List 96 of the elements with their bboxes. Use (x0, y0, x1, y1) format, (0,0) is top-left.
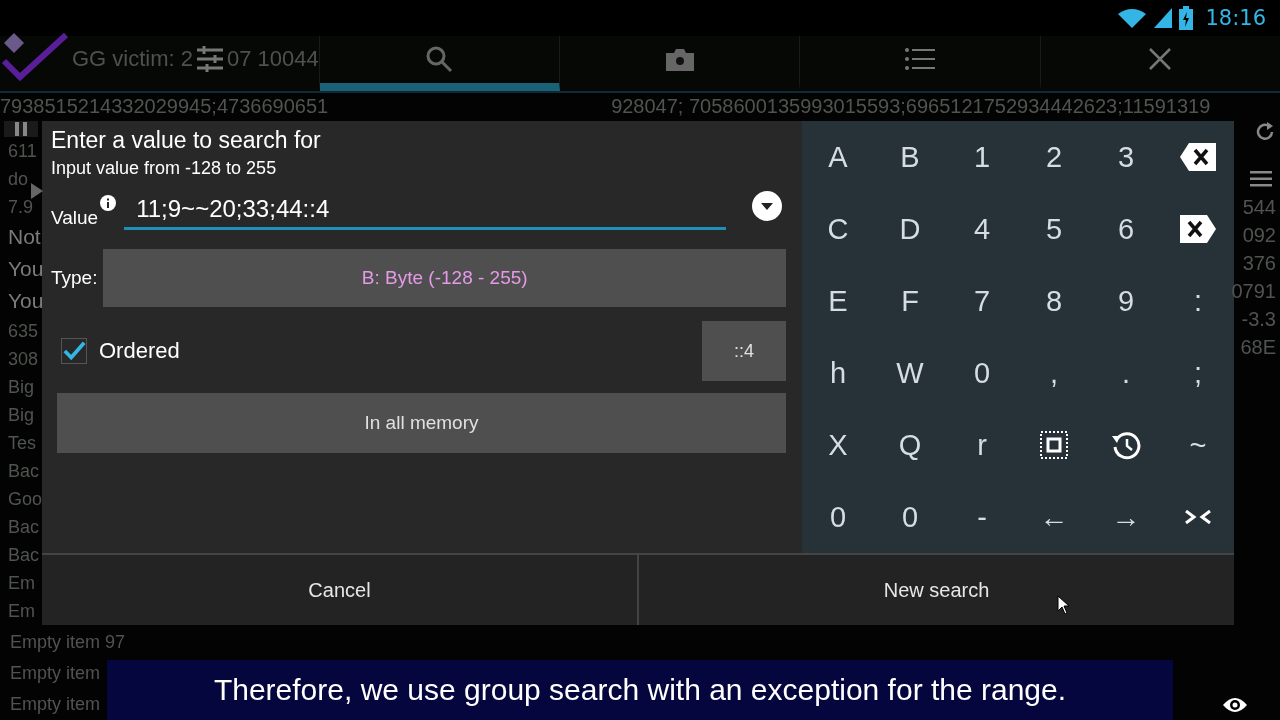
background-text: Em (8, 572, 35, 595)
key[interactable]: 5 (1018, 193, 1090, 265)
search-icon (425, 45, 454, 74)
background-text: -3.3 (1241, 307, 1276, 332)
key[interactable]: C (802, 193, 874, 265)
key[interactable]: B (874, 121, 946, 193)
key[interactable]: F (874, 265, 946, 337)
signal-icon (1153, 6, 1174, 29)
background-text: 68E (1240, 335, 1276, 360)
app-title: 07 10044 (227, 46, 319, 73)
key[interactable]: ; (1162, 337, 1234, 409)
background-text: 092 (1242, 223, 1276, 248)
wifi-icon (1117, 6, 1148, 29)
type-dropdown[interactable]: B: Byte (-128 - 255) (103, 249, 786, 307)
pause-button[interactable] (4, 121, 38, 137)
value-input[interactable]: 11;9~~20;33;44::4 (124, 191, 727, 230)
key[interactable]: ← (1018, 481, 1090, 553)
memory-region-button[interactable]: In all memory (57, 393, 786, 453)
select-all-icon[interactable] (1040, 431, 1068, 459)
background-text: Em (8, 600, 35, 623)
key[interactable]: X (802, 409, 874, 481)
background-text: 7.9 (8, 196, 34, 219)
ordered-label: Ordered (99, 338, 181, 364)
tab[interactable] (319, 35, 561, 91)
camera-icon (665, 47, 694, 72)
background-text: You (8, 256, 44, 282)
collapse-icon[interactable] (1185, 510, 1211, 524)
background-text: Empty item 97 (10, 631, 126, 654)
type-label: Type: (51, 267, 98, 289)
background-text: do (8, 168, 29, 191)
delete-icon[interactable] (1180, 215, 1216, 243)
background-text: Big (8, 404, 34, 427)
key[interactable]: W (874, 337, 946, 409)
key[interactable]: A (802, 121, 874, 193)
key[interactable]: , (1018, 337, 1090, 409)
background-text: 376 (1242, 251, 1276, 276)
eye-icon[interactable] (1222, 696, 1248, 714)
key[interactable]: 8 (1018, 265, 1090, 337)
background-text: Bac (8, 516, 40, 539)
menu-icon[interactable] (1250, 171, 1272, 187)
key[interactable]: E (802, 265, 874, 337)
key[interactable]: D (874, 193, 946, 265)
clock: 18:16 (1205, 5, 1266, 30)
key[interactable]: 0 (946, 337, 1018, 409)
close-icon[interactable] (1149, 48, 1172, 71)
key[interactable]: : (1162, 265, 1234, 337)
key[interactable]: 1 (946, 121, 1018, 193)
dialog-button[interactable]: Cancel (42, 555, 637, 625)
background-text: 0791 (1231, 279, 1276, 304)
key[interactable]: - (946, 481, 1018, 553)
app-title: GG victim: 2 (72, 46, 193, 73)
background-text: 308 (8, 348, 39, 371)
key[interactable]: → (1090, 481, 1162, 553)
battery-icon (1179, 5, 1194, 30)
key[interactable]: 0 (802, 481, 874, 553)
key[interactable]: 0 (874, 481, 946, 553)
step-button[interactable]: ::4 (702, 321, 786, 381)
value-label: Value (51, 207, 99, 229)
background-text: Empty item (10, 693, 101, 716)
background-text: Bac (8, 544, 40, 567)
background-text: 635 (8, 320, 39, 343)
background-text: Tes (8, 432, 36, 455)
ordered-checkbox[interactable] (61, 338, 87, 364)
background-text: Goo (8, 488, 43, 511)
cursor-icon (1057, 595, 1071, 615)
key[interactable]: Q (874, 409, 946, 481)
info-icon[interactable] (100, 195, 117, 211)
list-icon (905, 48, 936, 71)
key[interactable]: 3 (1090, 121, 1162, 193)
background-text: Not (8, 224, 41, 250)
background-text: You (8, 288, 44, 314)
key[interactable]: 9 (1090, 265, 1162, 337)
subtitle: Therefore, we use group search with an exception for the range. (107, 660, 1173, 720)
dropdown-icon[interactable] (752, 191, 783, 221)
background-text: Empty item (10, 662, 101, 685)
key[interactable]: ~ (1162, 409, 1234, 481)
memory-text: 928047; 7058600135993015593;6965121752934442623;11591319 (611, 95, 1211, 119)
key[interactable]: r (946, 409, 1018, 481)
key[interactable]: h (802, 337, 874, 409)
key[interactable]: 6 (1090, 193, 1162, 265)
key[interactable]: 2 (1018, 121, 1090, 193)
memory-text: 7938515214332029945;4736690651 (0, 95, 329, 119)
refresh-icon[interactable] (1254, 121, 1276, 143)
dialog-title: Enter a value to search for (51, 126, 322, 155)
pause-icon (15, 122, 27, 136)
key[interactable]: . (1090, 337, 1162, 409)
background-text: 544 (1242, 195, 1276, 220)
key[interactable]: 7 (946, 265, 1018, 337)
background-text: Big (8, 376, 34, 399)
background-text: Bac (8, 460, 40, 483)
sliders-icon (195, 45, 225, 74)
background-text: 611 (8, 140, 37, 163)
dialog-hint: Input value from -128 to 255 (51, 157, 278, 180)
key[interactable]: 4 (946, 193, 1018, 265)
history-icon[interactable] (1111, 430, 1141, 460)
backspace-icon[interactable] (1180, 143, 1216, 171)
